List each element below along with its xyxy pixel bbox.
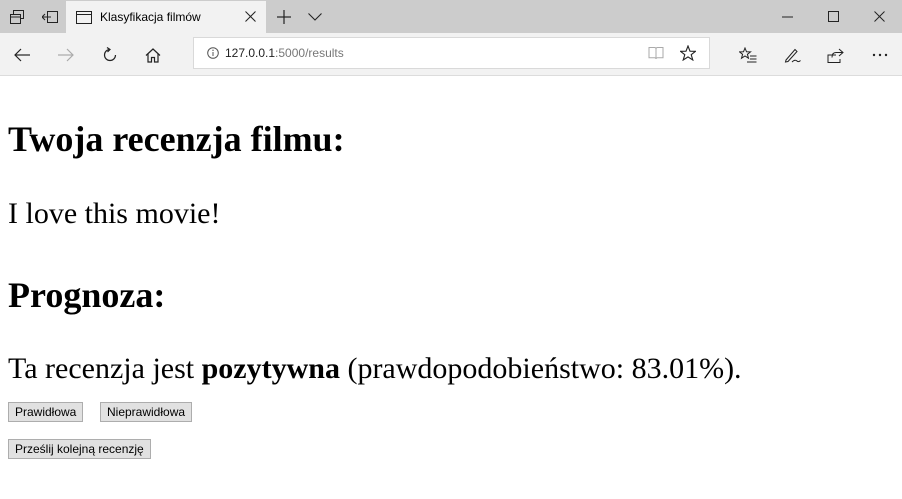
review-heading: Twoja recenzja filmu: xyxy=(8,119,345,159)
tab-manager-icon[interactable] xyxy=(0,0,33,33)
share-icon[interactable] xyxy=(815,37,855,73)
info-icon[interactable] xyxy=(207,47,219,59)
refresh-icon[interactable] xyxy=(90,37,130,73)
chevron-down-icon[interactable] xyxy=(300,0,330,33)
reading-view-icon[interactable] xyxy=(648,46,664,60)
close-tab-icon[interactable] xyxy=(245,11,256,22)
url-text[interactable]: 127.0.0.1:5000/results xyxy=(225,46,344,60)
set-aside-tabs-icon[interactable] xyxy=(33,0,66,33)
prediction-result: Ta recenzja jest pozytywna (prawdopodobi… xyxy=(8,354,742,384)
more-icon[interactable] xyxy=(860,37,900,73)
prediction-heading: Prognoza: xyxy=(8,275,166,315)
minimize-icon[interactable] xyxy=(764,0,810,33)
plus-icon[interactable] xyxy=(268,0,300,33)
back-arrow-icon[interactable] xyxy=(2,37,42,73)
correct-button[interactable]: Prawidłowa xyxy=(8,402,84,422)
forward-arrow-icon[interactable] xyxy=(46,37,86,73)
maximize-icon[interactable] xyxy=(810,0,856,33)
navigation-bar: 127.0.0.1:5000/results xyxy=(0,33,902,76)
page-content: Twoja recenzja filmu: I love this movie!… xyxy=(0,77,902,499)
incorrect-button[interactable]: Nieprawidłowa xyxy=(100,402,193,422)
prediction-prefix: Ta recenzja jest xyxy=(8,352,202,385)
pen-icon[interactable] xyxy=(772,37,812,73)
star-icon[interactable] xyxy=(680,45,696,61)
submit-another-review-button[interactable]: Prześlij kolejną recenzję xyxy=(8,439,151,459)
page-icon xyxy=(76,10,92,24)
prediction-probability: (prawdopodobieństwo: 83.01%). xyxy=(339,352,742,385)
prediction-label: pozytywna xyxy=(201,352,340,385)
url-host: 127.0.0.1 xyxy=(225,46,276,60)
url-path: :5000/results xyxy=(275,46,344,60)
favorites-hub-icon[interactable] xyxy=(728,37,768,73)
address-bar[interactable]: 127.0.0.1:5000/results xyxy=(193,37,710,69)
close-icon[interactable] xyxy=(856,0,902,33)
review-text: I love this movie! xyxy=(8,197,221,230)
browser-tab[interactable]: Klasyfikacja filmów xyxy=(66,1,266,33)
tab-title: Klasyfikacja filmów xyxy=(100,10,201,24)
title-bar: Klasyfikacja filmów xyxy=(0,0,902,33)
home-icon[interactable] xyxy=(133,37,173,73)
